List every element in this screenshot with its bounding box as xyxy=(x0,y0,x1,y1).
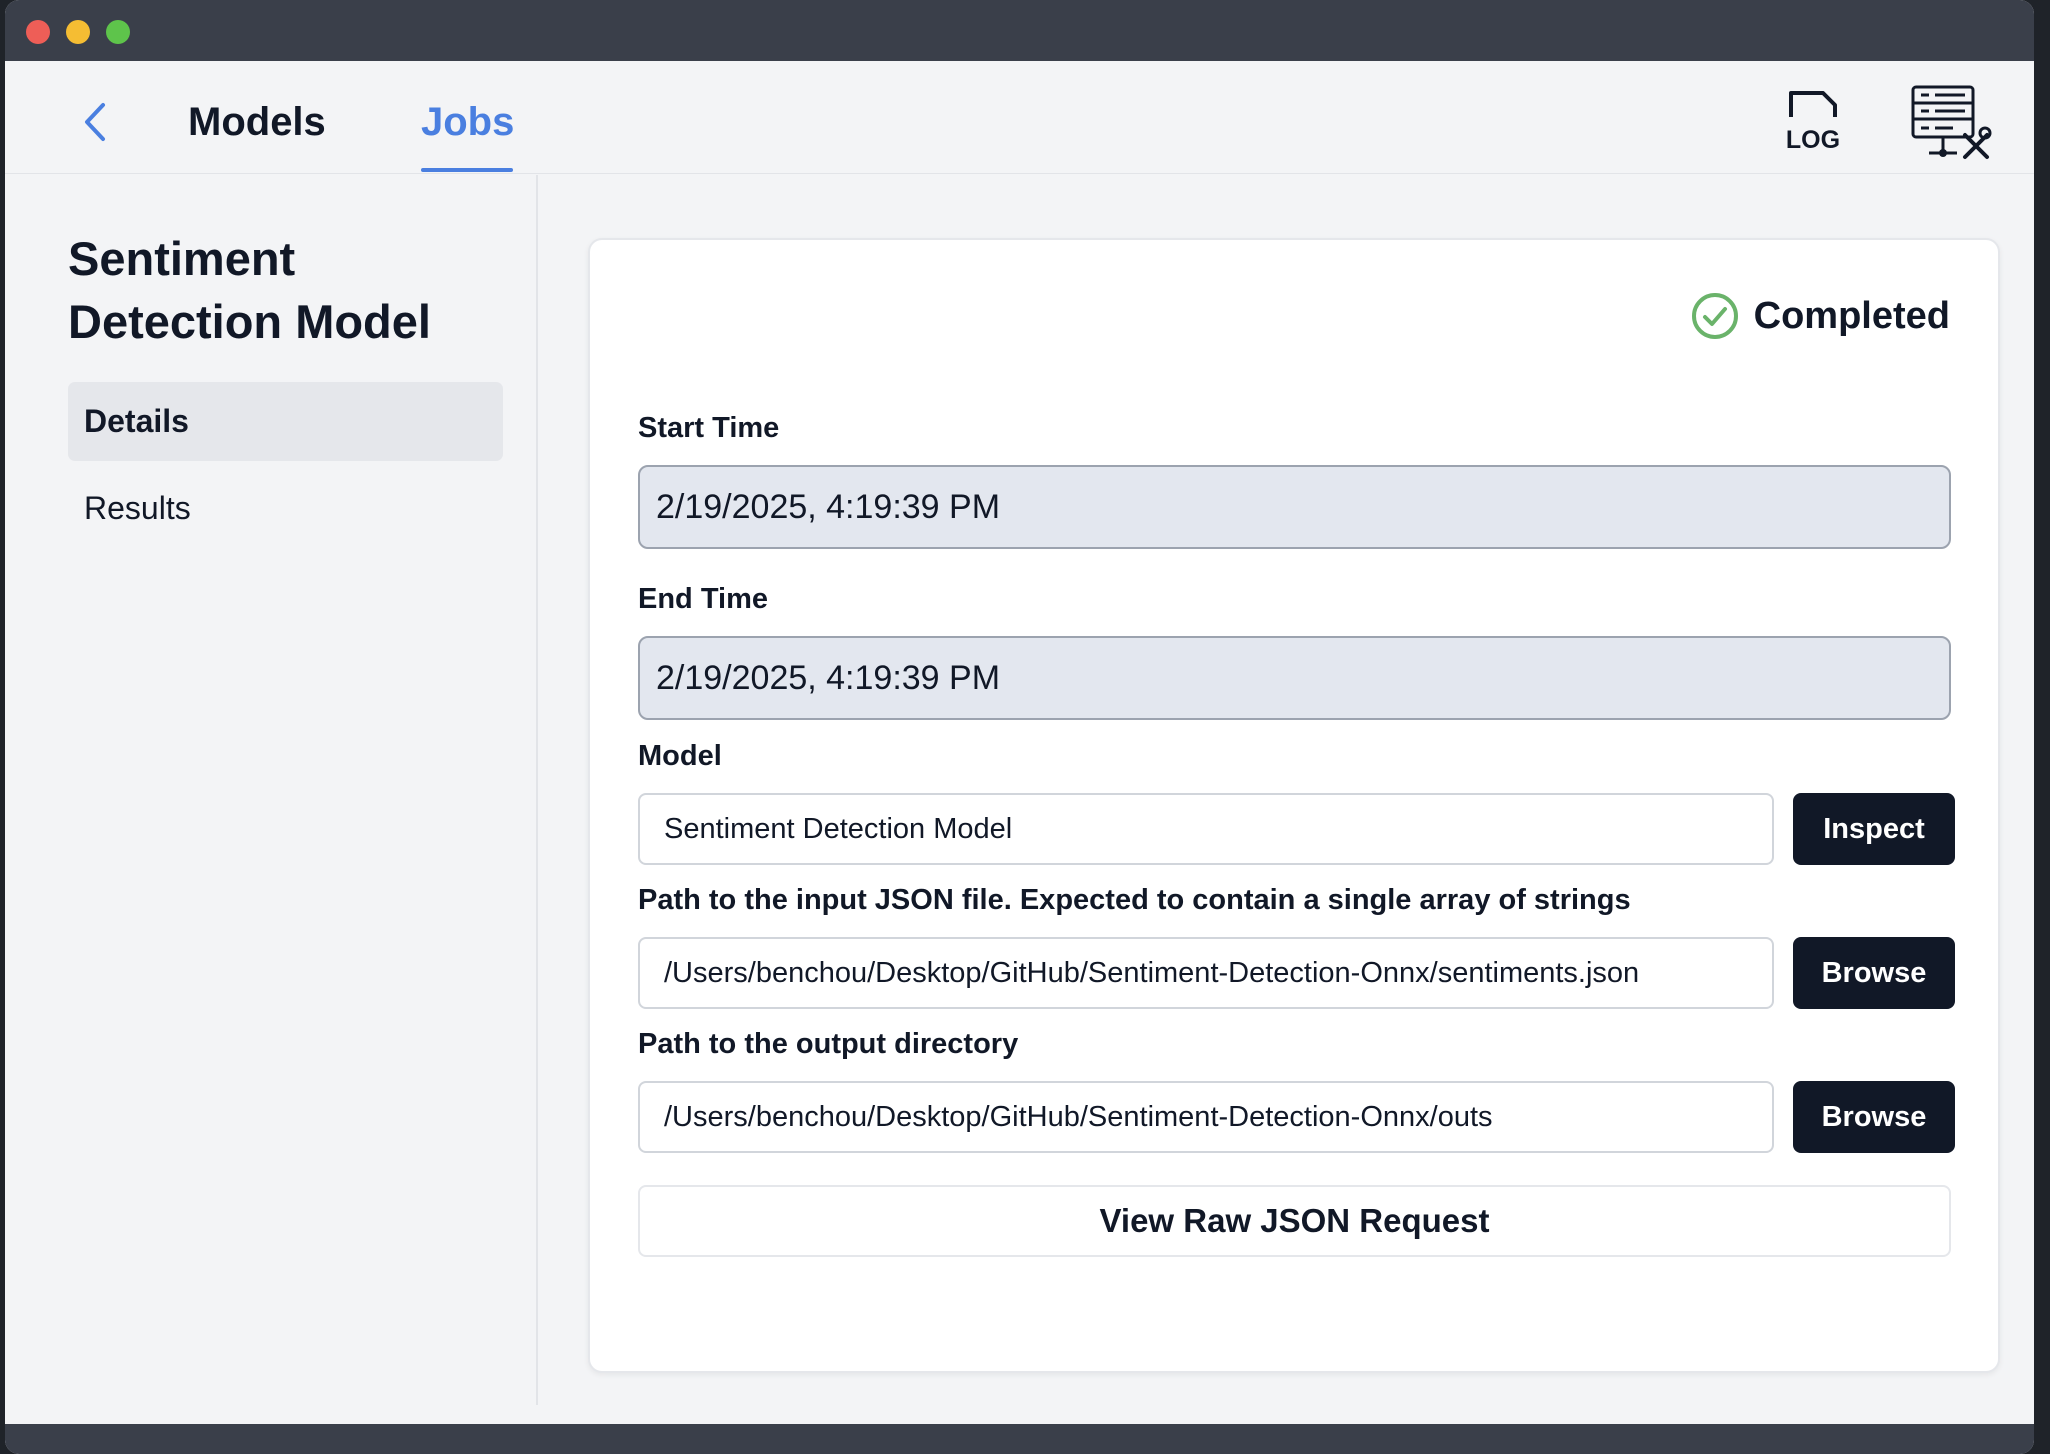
status-label: Completed xyxy=(1753,294,1950,337)
log-icon-label: LOG xyxy=(1786,126,1840,154)
server-settings-icon xyxy=(1911,85,1992,159)
active-tab-indicator xyxy=(421,168,513,172)
browse-output-button[interactable]: Browse xyxy=(1793,1081,1955,1153)
back-button[interactable] xyxy=(77,99,113,145)
end-time-label: End Time xyxy=(638,583,768,615)
check-circle-icon xyxy=(1691,293,1738,339)
output-path-field[interactable] xyxy=(638,1081,1774,1153)
browse-input-button[interactable]: Browse xyxy=(1793,937,1955,1009)
bottom-bar xyxy=(5,1424,2034,1454)
chevron-left-icon xyxy=(85,103,105,141)
status-badge: Completed xyxy=(1690,291,1950,341)
server-settings-button[interactable] xyxy=(1909,83,1993,161)
model-label: Model xyxy=(638,740,722,772)
model-input[interactable] xyxy=(638,793,1774,865)
top-navigation: Models Jobs LOG xyxy=(5,61,2034,174)
inspect-button[interactable]: Inspect xyxy=(1793,793,1955,865)
view-raw-json-button[interactable]: View Raw JSON Request xyxy=(638,1185,1951,1257)
log-button[interactable]: LOG xyxy=(1783,87,1843,157)
input-path-label: Path to the input JSON file. Expected to… xyxy=(638,884,1631,916)
log-file-icon: LOG xyxy=(1786,91,1840,154)
window-minimize-button[interactable] xyxy=(66,20,90,44)
window-close-button[interactable] xyxy=(26,20,50,44)
sidebar-item-results[interactable]: Results xyxy=(68,469,503,548)
job-details-card: Completed Start Time 2/19/2025, 4:19:39 … xyxy=(588,238,2000,1373)
start-time-field: 2/19/2025, 4:19:39 PM xyxy=(638,465,1951,549)
sidebar-title: Sentiment Detection Model xyxy=(68,232,431,348)
sidebar-item-details[interactable]: Details xyxy=(68,382,503,461)
app-window: Models Jobs LOG Sentiment Detection Mode… xyxy=(5,0,2034,1454)
start-time-label: Start Time xyxy=(638,412,780,444)
sidebar: Sentiment Detection Model Details Result… xyxy=(5,175,538,1405)
tab-jobs[interactable]: Jobs xyxy=(421,97,514,147)
output-path-label: Path to the output directory xyxy=(638,1028,1019,1060)
end-time-field: 2/19/2025, 4:19:39 PM xyxy=(638,636,1951,720)
title-bar xyxy=(5,0,2034,61)
window-maximize-button[interactable] xyxy=(106,20,130,44)
tab-models[interactable]: Models xyxy=(188,97,326,147)
input-path-field[interactable] xyxy=(638,937,1774,1009)
